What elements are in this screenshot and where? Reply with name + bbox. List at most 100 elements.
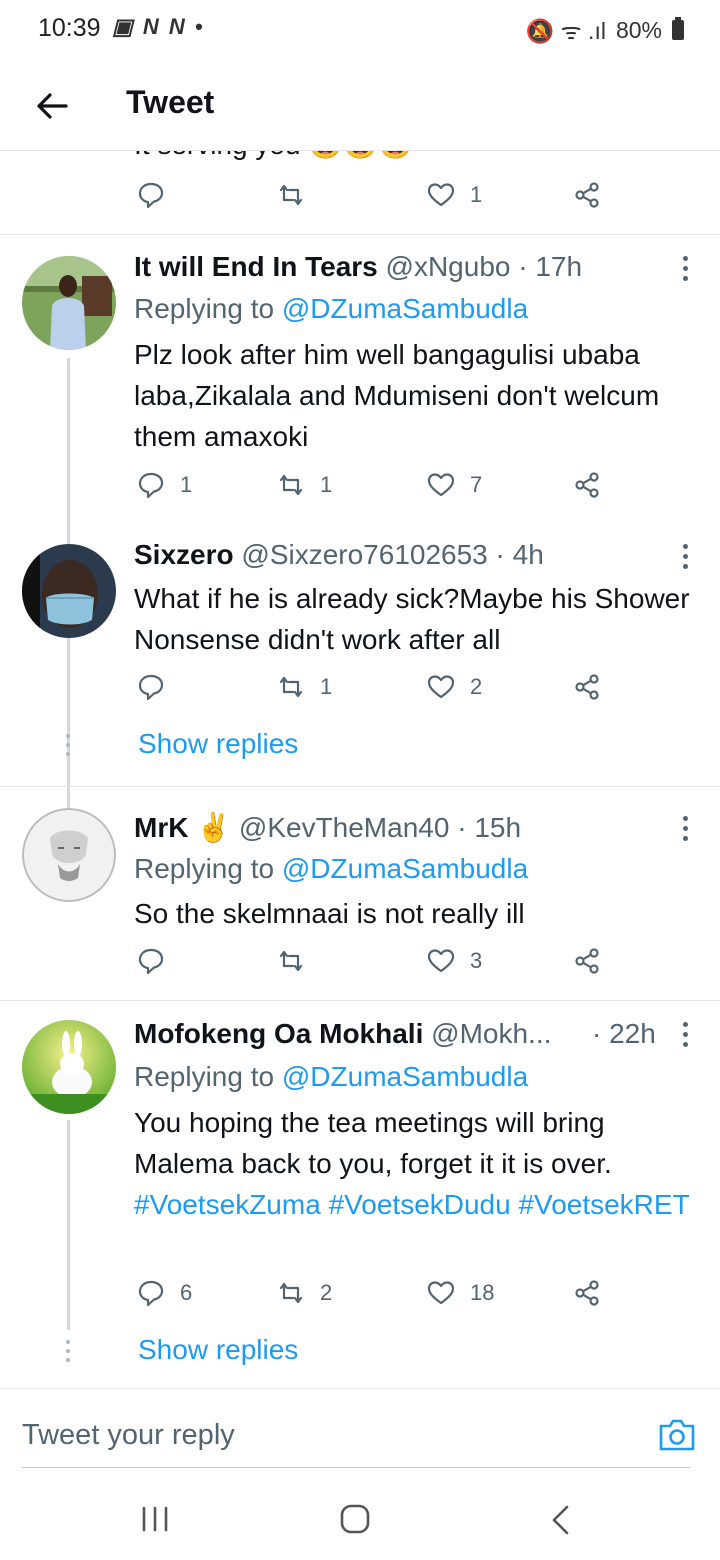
tweet-item[interactable]: It will End In Tears @xNgubo · 17h Reply… bbox=[0, 234, 720, 834]
replying-to: Replying to @DZumaSambudla bbox=[134, 1061, 528, 1093]
avatar[interactable] bbox=[22, 1020, 116, 1114]
show-replies-link[interactable]: Show replies bbox=[138, 728, 298, 760]
retweet-button[interactable] bbox=[276, 180, 320, 210]
reply-button[interactable] bbox=[136, 946, 180, 976]
retweet-count: 1 bbox=[320, 472, 333, 497]
share-button[interactable] bbox=[572, 1278, 602, 1308]
display-name[interactable]: Mofokeng Oa Mokhali bbox=[134, 1018, 423, 1049]
replying-to-link[interactable]: @DZumaSambudla bbox=[282, 1061, 528, 1092]
share-button[interactable] bbox=[572, 470, 602, 500]
avatar[interactable] bbox=[22, 256, 116, 350]
share-icon bbox=[575, 472, 599, 498]
retweet-icon bbox=[279, 950, 303, 972]
replying-label: Replying to bbox=[134, 293, 282, 324]
retweet-icon bbox=[279, 184, 303, 206]
share-icon bbox=[575, 182, 599, 208]
reply-composer[interactable]: Tweet your reply bbox=[0, 1388, 720, 1469]
more-vertical-icon[interactable] bbox=[682, 544, 690, 574]
like-button[interactable]: 7 bbox=[426, 470, 482, 500]
retweet-button[interactable]: 2 bbox=[276, 1278, 332, 1308]
battery-level: 80% bbox=[615, 16, 662, 43]
like-button[interactable]: 3 bbox=[426, 946, 482, 976]
retweet-button[interactable]: 1 bbox=[276, 470, 332, 500]
reply-button[interactable]: 1 bbox=[136, 470, 192, 500]
replying-label: Replying to bbox=[134, 853, 282, 884]
thread-dots bbox=[66, 734, 71, 761]
nav-back-icon[interactable] bbox=[548, 1504, 572, 1536]
reply-button[interactable] bbox=[136, 672, 180, 702]
replying-label: Replying to bbox=[134, 1061, 282, 1092]
retweet-button[interactable] bbox=[276, 946, 320, 976]
page-title: Tweet bbox=[126, 84, 215, 120]
avatar[interactable] bbox=[22, 544, 116, 638]
hashtag-link[interactable]: #VoetsekDudu bbox=[329, 1189, 511, 1220]
tweet-author: It will End In Tears @xNgubo · 17h bbox=[134, 251, 582, 283]
home-icon[interactable] bbox=[340, 1504, 370, 1534]
hashtag-link[interactable]: #VoetsekZuma bbox=[134, 1189, 321, 1220]
more-vertical-icon[interactable] bbox=[682, 256, 690, 286]
action-bar: 6 2 18 bbox=[136, 1278, 616, 1318]
retweet-icon bbox=[279, 1282, 303, 1304]
reply-icon bbox=[138, 472, 164, 499]
reply-count: 1 bbox=[180, 472, 193, 497]
tweet-text: Plz look after him well bangagulisi ubab… bbox=[134, 339, 660, 452]
share-button[interactable] bbox=[572, 180, 602, 210]
user-handle[interactable]: @Sixzero76102653 bbox=[241, 539, 487, 570]
reply-icon bbox=[138, 1280, 164, 1307]
reply-button[interactable]: 6 bbox=[136, 1278, 192, 1308]
like-count: 2 bbox=[470, 674, 483, 699]
signal-icons: 🔕 ᯤ .ıl bbox=[525, 18, 606, 44]
like-button[interactable]: 1 bbox=[426, 180, 482, 210]
action-bar: 1 2 bbox=[136, 672, 616, 712]
share-button[interactable] bbox=[572, 672, 602, 702]
like-icon bbox=[427, 1281, 455, 1305]
thread-dots bbox=[66, 1340, 71, 1367]
tweet-item[interactable]: MrK ✌️ @KevTheMan40 · 15h Replying to @D… bbox=[0, 786, 720, 956]
avatar[interactable] bbox=[22, 808, 116, 902]
display-name[interactable]: It will End In Tears bbox=[134, 251, 378, 282]
like-icon bbox=[427, 675, 455, 699]
like-button[interactable]: 18 bbox=[426, 1278, 494, 1308]
back-arrow-icon[interactable] bbox=[32, 86, 72, 126]
display-name[interactable]: Sixzero bbox=[134, 539, 234, 570]
top-bar: Tweet bbox=[0, 64, 720, 151]
replying-to: Replying to @DZumaSambudla bbox=[134, 293, 528, 325]
user-handle[interactable]: @Mokh... bbox=[431, 1018, 551, 1049]
replying-to-link[interactable]: @DZumaSambudla bbox=[282, 853, 528, 884]
status-time: 10:39 bbox=[38, 14, 101, 42]
show-replies-link[interactable]: Show replies bbox=[138, 1334, 298, 1366]
input-underline bbox=[22, 1467, 690, 1468]
recents-icon[interactable] bbox=[140, 1506, 170, 1532]
action-bar: 1 bbox=[136, 180, 616, 220]
tweet-item[interactable]: Sixzero @Sixzero76102653 · 4h What if he… bbox=[0, 530, 720, 660]
share-button[interactable] bbox=[572, 946, 602, 976]
replying-to-link[interactable]: @DZumaSambudla bbox=[282, 293, 528, 324]
battery-icon bbox=[672, 17, 684, 40]
retweet-count: 1 bbox=[320, 674, 333, 699]
camera-icon[interactable] bbox=[658, 1417, 696, 1453]
tweet-text: What if he is already sick?Maybe his Sho… bbox=[134, 583, 690, 655]
like-count: 3 bbox=[470, 948, 483, 973]
more-vertical-icon[interactable] bbox=[682, 816, 690, 846]
retweet-icon bbox=[279, 676, 303, 698]
action-bar: 3 bbox=[136, 946, 616, 986]
tweet-text: So the skelmnaai is not really ill bbox=[134, 898, 525, 929]
display-name[interactable]: MrK bbox=[134, 812, 188, 843]
user-handle[interactable]: @xNgubo bbox=[386, 251, 511, 282]
user-handle[interactable]: @KevTheMan40 bbox=[239, 812, 450, 843]
share-icon bbox=[575, 948, 599, 974]
retweet-count: 2 bbox=[320, 1280, 333, 1305]
reply-thread[interactable]: It serving you 😂😂😂 1 bbox=[0, 150, 720, 1386]
like-button[interactable]: 2 bbox=[426, 672, 482, 702]
tweet-item[interactable]: Mofokeng Oa Mokhali @Mokh... · 22h Reply… bbox=[0, 1000, 720, 1330]
share-icon bbox=[575, 674, 599, 700]
replying-to: Replying to @DZumaSambudla bbox=[134, 853, 528, 885]
reply-button[interactable] bbox=[136, 180, 180, 210]
tweet-author: MrK ✌️ @KevTheMan40 · 15h bbox=[134, 811, 521, 844]
more-vertical-icon[interactable] bbox=[682, 1022, 690, 1052]
reply-icon bbox=[138, 182, 164, 209]
reply-input[interactable]: Tweet your reply bbox=[22, 1419, 235, 1452]
retweet-button[interactable]: 1 bbox=[276, 672, 332, 702]
tweet-time: · 4h bbox=[495, 539, 544, 570]
hashtag-link[interactable]: #VoetsekRET bbox=[518, 1189, 689, 1220]
